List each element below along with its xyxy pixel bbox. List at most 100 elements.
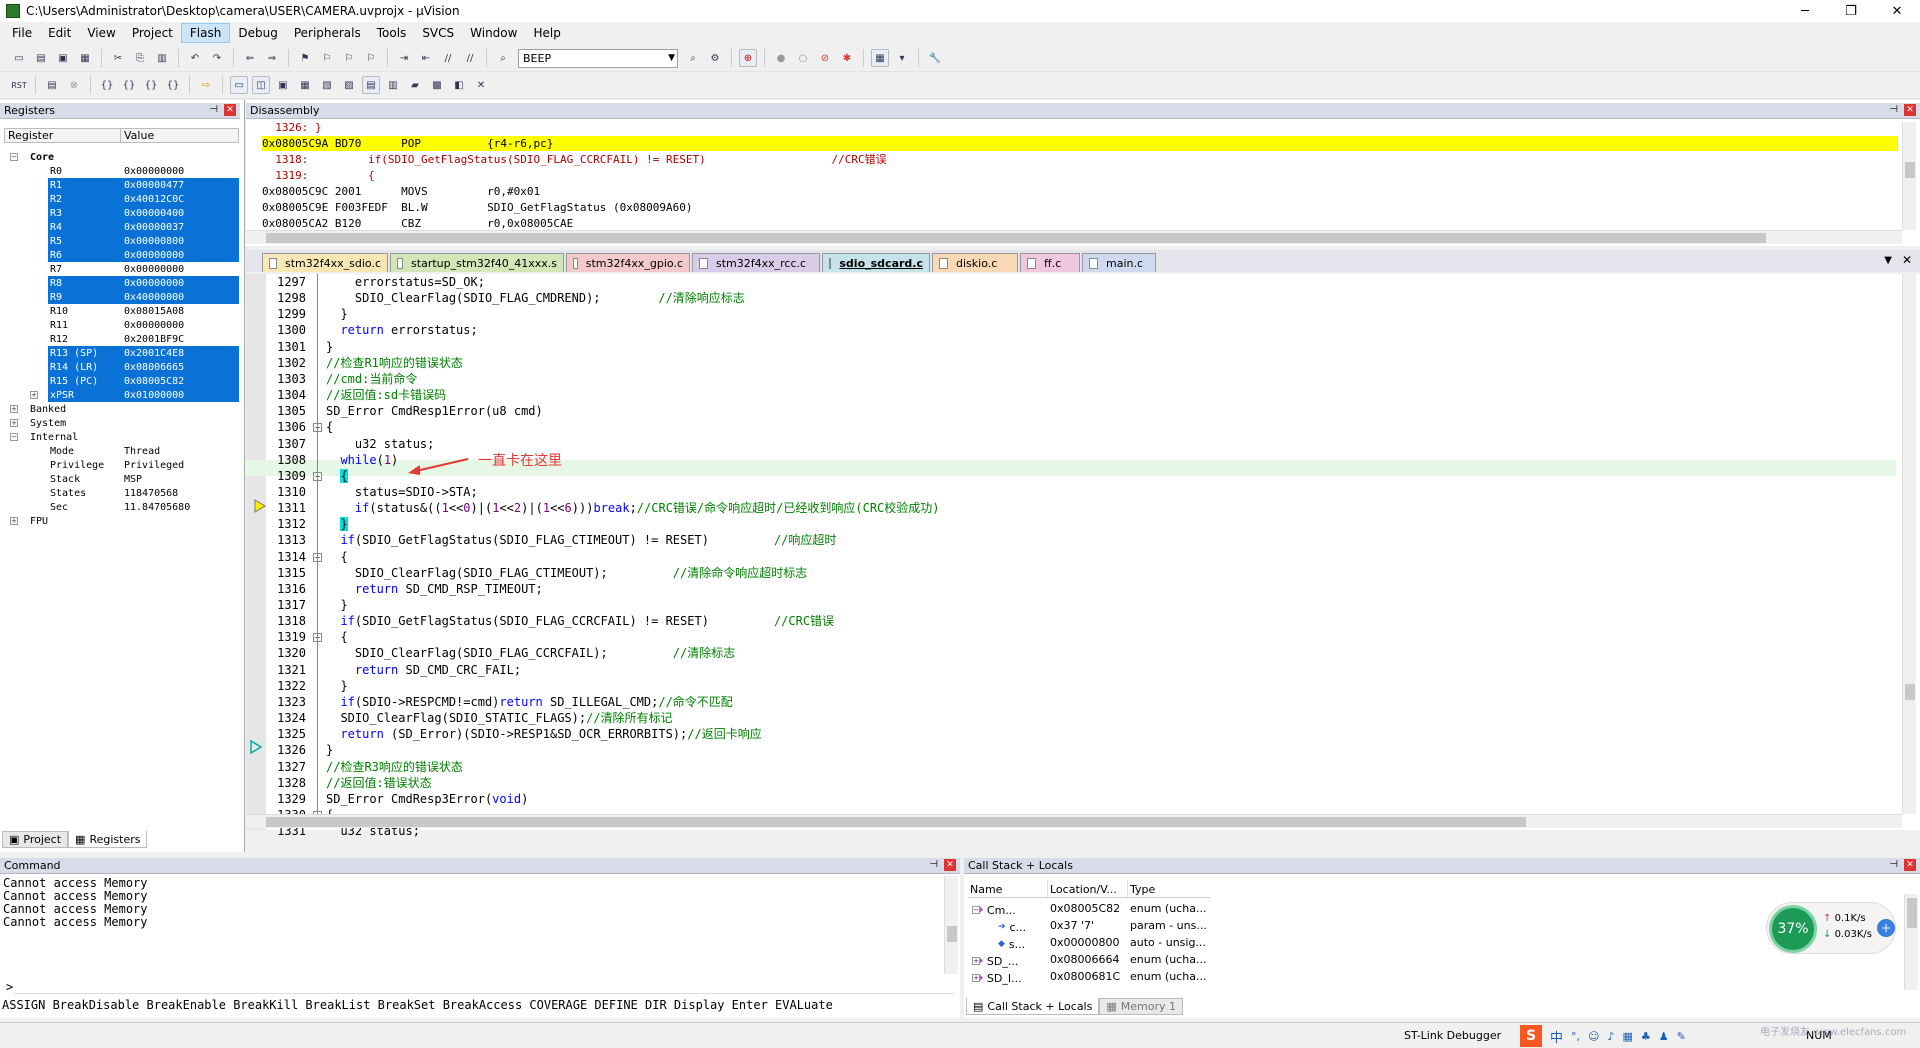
register-row-r11[interactable]: R11 0x00000000: [4, 318, 239, 332]
code-line[interactable]: return SD_CMD_RSP_TIMEOUT;: [326, 581, 543, 597]
paste-icon[interactable]: ▥: [153, 49, 171, 67]
code-line[interactable]: return SD_CMD_CRC_FAIL;: [326, 662, 521, 678]
save-icon[interactable]: ▣: [54, 49, 72, 67]
close-button[interactable]: ✕: [1874, 0, 1920, 22]
cut-icon[interactable]: ✂: [109, 49, 127, 67]
tab-project[interactable]: ▣ Project: [2, 831, 69, 848]
register-row-r7[interactable]: R7 0x00000000: [4, 262, 239, 276]
comment-icon[interactable]: //: [439, 49, 457, 67]
register-value[interactable]: MSP: [124, 474, 142, 485]
callstack-row[interactable]: ◆SD_I...0x0800681Cenum (ucha...: [968, 970, 1210, 986]
disassembly-line[interactable]: 0x08005C9A BD70 POP {r4-r6,pc}: [262, 136, 1898, 151]
register-row-r3[interactable]: R3 0x00000400: [4, 206, 239, 220]
tab-callstack[interactable]: ▤ Call Stack + Locals: [966, 998, 1100, 1015]
code-line[interactable]: if(SDIO->RESPCMD!=cmd)return SD_ILLEGAL_…: [326, 694, 732, 710]
undo-icon[interactable]: ↶: [186, 49, 204, 67]
code-line[interactable]: return (SD_Error)(SDIO->RESP1&SD_OCR_ERR…: [326, 726, 761, 742]
keyboard-icon[interactable]: ▦: [1623, 1030, 1633, 1043]
expand-icon[interactable]: +: [30, 391, 38, 399]
stop-icon[interactable]: ⊗: [65, 76, 83, 94]
tab-stm32f4xx-sdio-c[interactable]: stm32f4xx_sdio.c: [262, 253, 388, 272]
indent-icon[interactable]: ⇥: [395, 49, 413, 67]
register-row-r2[interactable]: R2 0x40012C0C: [4, 192, 239, 206]
close-icon[interactable]: ✕: [1904, 104, 1916, 116]
register-value[interactable]: 0x00000000: [124, 278, 184, 289]
code-line[interactable]: }: [326, 597, 347, 613]
tab-registers[interactable]: ▦ Registers: [68, 831, 148, 848]
menu-project[interactable]: Project: [124, 24, 181, 42]
code-line[interactable]: SD_Error CmdResp1Error(u8 cmd): [326, 403, 543, 419]
menu-file[interactable]: File: [4, 24, 40, 42]
step-out-icon[interactable]: {}: [142, 76, 160, 94]
wrench-icon[interactable]: ✎: [1677, 1030, 1686, 1043]
run-to-cursor-icon[interactable]: {}: [164, 76, 182, 94]
code-line[interactable]: {: [326, 549, 347, 565]
command-input[interactable]: [14, 978, 954, 994]
symbols-window-icon[interactable]: ▣: [274, 76, 292, 94]
register-value[interactable]: 0x2001BF9C: [124, 334, 184, 345]
breakpoint-insert-icon[interactable]: ●: [772, 49, 790, 67]
register-value[interactable]: 0x08005C82: [124, 376, 184, 387]
callstack-row[interactable]: ➔ c... 0x37 '7' param - uns...: [968, 919, 1210, 935]
menu-edit[interactable]: Edit: [40, 24, 79, 42]
register-value[interactable]: 0x40012C0C: [124, 194, 184, 205]
column-name[interactable]: Name: [968, 880, 1048, 897]
close-icon[interactable]: ✕: [224, 104, 236, 116]
nav-forward-icon[interactable]: ⇒: [263, 49, 281, 67]
menu-flash[interactable]: Flash: [180, 23, 231, 43]
maximize-button[interactable]: ❐: [1828, 0, 1874, 22]
punctuation-icon[interactable]: °,: [1571, 1030, 1580, 1043]
registers-window-icon[interactable]: ▦: [296, 76, 314, 94]
register-row-states[interactable]: States 118470568: [4, 486, 239, 500]
callstack-row[interactable]: ◆SD_...0x08006664enum (ucha...: [968, 953, 1210, 969]
command-vscroll[interactable]: [944, 876, 958, 974]
code-line[interactable]: while(1): [326, 452, 398, 468]
step-into-icon[interactable]: {}: [98, 76, 116, 94]
register-value[interactable]: 0x08006665: [124, 362, 184, 373]
step-over-icon[interactable]: {}: [120, 76, 138, 94]
disassembly-line[interactable]: 0x08005C9E F003FEDF BL.W SDIO_GetFlagSta…: [262, 200, 692, 215]
memory-window-icon[interactable]: ▤: [362, 76, 380, 94]
code-line[interactable]: SD_Error CmdResp3Error(void): [326, 791, 528, 807]
register-row-core[interactable]: Core: [4, 150, 239, 164]
disassembly-line[interactable]: 1319: {: [262, 168, 374, 183]
debug-session-icon[interactable]: ⊕: [739, 49, 757, 67]
code-line[interactable]: }: [326, 678, 347, 694]
disassembly-line[interactable]: 0x08005CA2 B120 CBZ r0,0x08005CAE: [262, 216, 573, 231]
uncomment-icon[interactable]: //: [461, 49, 479, 67]
register-row-internal[interactable]: Internal: [4, 430, 239, 444]
register-value[interactable]: 0x00000037: [124, 222, 184, 233]
menu-peripherals[interactable]: Peripherals: [286, 24, 369, 42]
callstack-row[interactable]: ◆Cm...0x08005C82enum (ucha...: [968, 902, 1210, 918]
pin-icon[interactable]: ⊣: [1889, 859, 1898, 871]
register-row-stack[interactable]: Stack MSP: [4, 472, 239, 486]
toolbox-icon[interactable]: ✕: [472, 76, 490, 94]
code-line[interactable]: {: [326, 629, 347, 645]
bookmark-icon[interactable]: ⚑: [296, 49, 314, 67]
window-layout-icon[interactable]: ▦: [871, 49, 889, 67]
register-row-r4[interactable]: R4 0x00000037: [4, 220, 239, 234]
register-row-mode[interactable]: Mode Thread: [4, 444, 239, 458]
code-line[interactable]: if(status&((1<<0)|(1<<2)|(1<<6)))break;/…: [326, 500, 940, 516]
register-value[interactable]: 0x00000000: [124, 250, 184, 261]
close-tab-icon[interactable]: ✕: [1902, 253, 1912, 267]
code-line[interactable]: {: [326, 419, 333, 435]
network-speed-widget[interactable]: 37% ↑ 0.1K/s ↓ 0.03K/s +: [1766, 902, 1896, 954]
minimize-button[interactable]: ─: [1782, 0, 1828, 22]
register-row-banked[interactable]: Banked: [4, 402, 239, 416]
code-line[interactable]: //返回值:sd卡错误码: [326, 387, 446, 403]
find-icon[interactable]: ⌕: [684, 49, 702, 67]
code-line[interactable]: if(SDIO_GetFlagStatus(SDIO_FLAG_CCRCFAIL…: [326, 613, 834, 629]
incremental-find-icon[interactable]: ⚙: [706, 49, 724, 67]
register-row-sec[interactable]: Sec 11.84705680: [4, 500, 239, 514]
chevron-down-icon[interactable]: ▾: [893, 49, 911, 67]
register-value[interactable]: 0x01000000: [124, 390, 184, 401]
ime-language[interactable]: 中: [1550, 1027, 1563, 1046]
redo-icon[interactable]: ↷: [208, 49, 226, 67]
close-icon[interactable]: ✕: [944, 859, 956, 871]
code-editor[interactable]: 1297 errorstatus=SD_OK; 1298 SDIO_ClearFl…: [246, 274, 1920, 838]
column-register[interactable]: Register: [5, 129, 121, 142]
editor-hscroll[interactable]: [246, 814, 1902, 828]
register-value[interactable]: Privileged: [124, 460, 184, 471]
breakpoint-disable-all-icon[interactable]: ⊘: [816, 49, 834, 67]
